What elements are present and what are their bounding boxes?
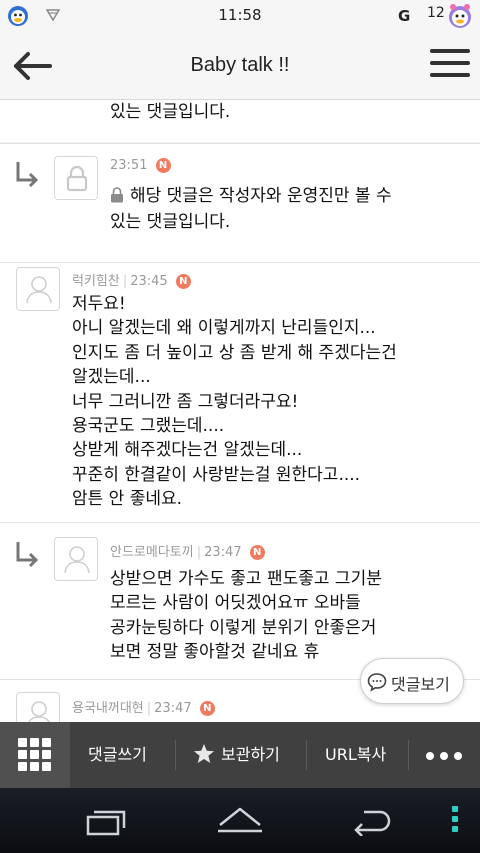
bottom-toolbar: 댓글쓰기 보관하기 URL복사 [0, 722, 480, 788]
user-silhouette-icon [64, 546, 90, 574]
battery-level: 12 [427, 5, 445, 21]
comment-reply: 안드로메다토끼 | 23:47 N 상받으면 가수도 좋고 팬도좋고 그기분 모르는… [0, 523, 480, 679]
comment-author[interactable]: 럭키힘찬 [72, 274, 120, 289]
comment-partial: 있는 댓글입니다. [0, 100, 480, 142]
comment-meta: 23:51 N [110, 158, 171, 173]
comment-line: 꾸준히 한결같이 사랑받는걸 원한다고.... [72, 464, 361, 485]
comment-line: 아니 알겠는데 왜 이렇게까지 난리들인지... [72, 318, 376, 339]
avatar-private [54, 156, 98, 200]
comment-line: 있는 댓글입니다. [110, 212, 231, 232]
recent-apps-icon[interactable] [86, 808, 128, 836]
network-indicator: G [398, 7, 411, 25]
copy-url-button[interactable]: URL복사 [325, 722, 386, 788]
comment-time: 23:47 [204, 545, 242, 560]
avatar [54, 537, 98, 581]
comment-reply-private: 23:51 N 해당 댓글은 작성자와 운영진만 볼 수 있는 댓글입니다. [0, 144, 480, 262]
hamburger-icon[interactable] [430, 49, 470, 83]
app-screen: 11:58 G 12 Baby talk !! 있는 댓글입니다. 23:51 … [0, 0, 480, 853]
comment-item: 럭키힘찬 | 23:45 N 저두요! 아니 알겠는데 왜 이렇게까지 난리들인지.… [0, 263, 480, 522]
overflow-icon[interactable] [452, 806, 460, 836]
lock-icon [66, 166, 88, 192]
comment-line: 알겠는데... [72, 367, 151, 388]
view-comments-label: 댓글보기 [391, 675, 450, 694]
user-silhouette-icon [27, 701, 51, 722]
back-nav-icon[interactable] [350, 806, 394, 836]
comment-meta: 럭키힘찬 | 23:45 N [72, 270, 191, 289]
comment-time: 23:51 [110, 158, 148, 173]
lock-icon [111, 187, 123, 203]
system-nav-bar [0, 788, 480, 853]
comment-author[interactable]: 안드로메다토끼 [110, 545, 194, 560]
new-badge: N [175, 274, 191, 289]
grid-menu-icon [18, 738, 52, 772]
comment-line: 용국군도 그랬는데.... [72, 416, 225, 436]
comment-line: 보면 정말 좋아할것 같네요 휴 [110, 642, 320, 663]
status-bar: 11:58 G 12 [0, 0, 480, 32]
comment-author[interactable]: 용국내꺼대현 [72, 701, 144, 716]
page-title: Baby talk !! [190, 54, 290, 76]
user-silhouette-icon [26, 276, 52, 304]
avatar [16, 267, 60, 311]
home-icon[interactable] [216, 805, 264, 835]
new-badge: N [249, 545, 265, 560]
comment-line: 상받게 해주겠다는건 알겠는데... [72, 440, 303, 461]
toolbar-divider [175, 740, 176, 770]
arrow-left-icon[interactable] [10, 50, 54, 82]
write-comment-button[interactable]: 댓글쓰기 [88, 722, 147, 788]
app-header: Baby talk !! [0, 32, 480, 100]
more-dots-icon[interactable] [426, 752, 462, 760]
comment-line: 너무 그러니깐 좀 그렇더라구요! [72, 391, 299, 412]
comment-time: 23:45 [130, 274, 168, 289]
comment-meta: 안드로메다토끼 | 23:47 N [110, 541, 265, 560]
comment-list[interactable]: 있는 댓글입니다. 23:51 N 해당 댓글은 작성자와 운영진만 볼 수 있… [0, 100, 480, 722]
comment-meta: 용국내꺼대현 | 23:47 N [72, 697, 215, 716]
comment-line: 해당 댓글은 작성자와 운영진만 볼 수 [130, 186, 392, 206]
view-comments-button[interactable]: 댓글보기 [360, 658, 464, 704]
comment-line: 암튼 안 좋네요. [72, 489, 183, 510]
grid-menu-button[interactable] [0, 722, 70, 788]
toolbar-divider [306, 740, 307, 770]
save-label: 보관하기 [221, 745, 280, 764]
new-badge: N [155, 158, 171, 173]
reply-arrow-icon [16, 542, 39, 568]
speech-bubble-icon [367, 673, 387, 692]
comment-body: 있는 댓글입니다. [110, 102, 231, 122]
comment-line: 공카눈팅하다 이렇게 분위기 안좋은거 [110, 617, 377, 638]
reply-arrow-icon [16, 162, 39, 188]
battery-character-icon [449, 4, 471, 28]
comment-body: 해당 댓글은 작성자와 운영진만 볼 수 [110, 184, 392, 208]
comment-line: 인지도 좀 더 높이고 상 좀 받게 해 주겠다는건 [72, 342, 397, 363]
comment-line: 상받으면 가수도 좋고 팬도좋고 그기분 [110, 569, 382, 589]
comment-line: 모르는 사람이 어딧겠어요ㅠ 오바들 [110, 593, 361, 614]
comment-time: 23:47 [154, 701, 192, 716]
new-badge: N [199, 701, 215, 716]
toolbar-divider [408, 740, 409, 770]
avatar [16, 692, 60, 722]
comment-line: 저두요! [72, 294, 126, 314]
star-icon [194, 744, 214, 763]
